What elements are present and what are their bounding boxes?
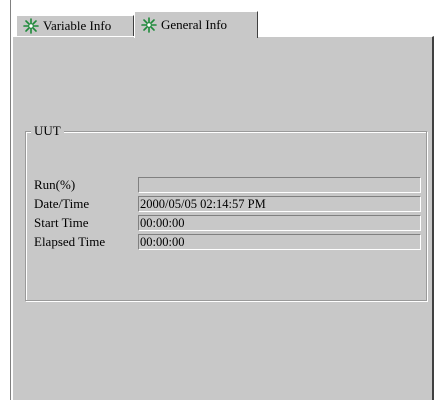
date-time-value: 2000/05/05 02:14:57 PM — [138, 196, 421, 212]
field-label: Date/Time — [34, 196, 90, 211]
general-info-panel: UUT Run(%) Date/Time 2000/05/05 02:14:57… — [12, 36, 434, 400]
window-left-edge — [0, 0, 11, 400]
tab-variable-info[interactable]: Variable Info — [16, 15, 134, 36]
snowflake-icon — [141, 17, 157, 33]
field-label: Elapsed Time — [34, 234, 106, 249]
snowflake-icon — [23, 18, 39, 34]
field-date-time: Date/Time 2000/05/05 02:14:57 PM — [34, 196, 421, 212]
run-percent-value — [138, 177, 421, 193]
groupbox-title: UUT — [31, 123, 64, 139]
field-label: Start Time — [34, 215, 89, 230]
field-start-time: Start Time 00:00:00 — [34, 215, 421, 231]
uut-groupbox: UUT Run(%) Date/Time 2000/05/05 02:14:57… — [25, 123, 427, 301]
start-time-value: 00:00:00 — [138, 215, 421, 231]
tab-label: Variable Info — [43, 18, 112, 33]
tab-label: General Info — [161, 17, 228, 32]
field-label: Run(%) — [34, 177, 76, 192]
tab-general-info[interactable]: General Info — [134, 11, 258, 38]
field-run-percent: Run(%) — [34, 177, 421, 193]
elapsed-time-value: 00:00:00 — [138, 234, 421, 250]
field-elapsed-time: Elapsed Time 00:00:00 — [34, 234, 421, 250]
